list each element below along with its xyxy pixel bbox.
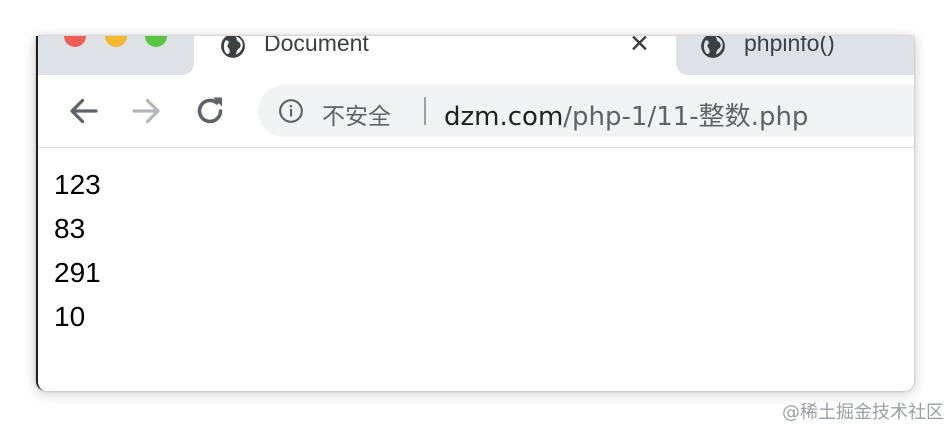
url-path: /php-1/11-整数.php [563, 102, 809, 132]
info-icon[interactable] [278, 98, 304, 124]
tab-phpinfo[interactable]: phpinfo() [678, 36, 914, 75]
globe-icon [221, 36, 245, 58]
watermark-text: @稀土掘金技术社区 [782, 402, 944, 423]
close-window-button[interactable] [64, 36, 86, 47]
tab-title-document: Document [264, 36, 369, 56]
page-content: 123 83 291 10 [38, 148, 914, 391]
browser-toolbar: 不安全 dzm.com/php-1/11-整数.php [38, 75, 914, 148]
globe-icon [701, 36, 725, 58]
zoom-window-button[interactable] [145, 36, 167, 47]
back-arrow-icon[interactable] [66, 93, 102, 129]
output-line: 83 [54, 213, 86, 244]
minimize-window-button[interactable] [105, 36, 127, 47]
browser-window: Document ✕ phpinfo() 不安全 dzm.com/php-1/1… [36, 36, 914, 391]
url-host: dzm.com [444, 102, 564, 132]
forward-arrow-icon[interactable] [128, 93, 164, 129]
url-text[interactable]: dzm.com/php-1/11-整数.php [444, 96, 808, 133]
tab-strip: Document ✕ phpinfo() [38, 36, 914, 75]
output-line: 10 [54, 301, 86, 332]
reload-icon[interactable] [192, 93, 228, 129]
close-tab-icon[interactable]: ✕ [629, 36, 650, 58]
url-separator [424, 97, 426, 125]
output-line: 123 [54, 169, 101, 200]
tab-title-phpinfo: phpinfo() [744, 36, 835, 56]
output-line: 291 [54, 257, 101, 288]
address-bar[interactable]: 不安全 dzm.com/php-1/11-整数.php [258, 85, 914, 137]
tab-document[interactable]: Document ✕ [194, 36, 676, 75]
security-status-label[interactable]: 不安全 [322, 97, 391, 131]
